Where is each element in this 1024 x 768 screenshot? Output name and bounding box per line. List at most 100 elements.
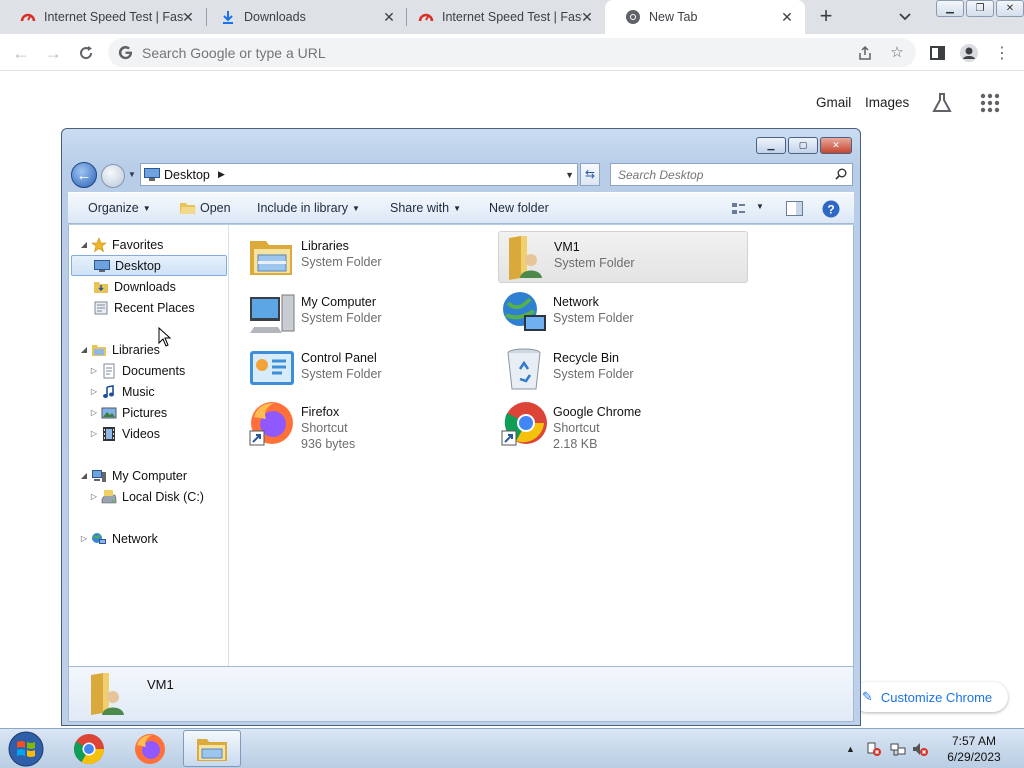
taskbar-firefox[interactable] bbox=[121, 730, 179, 767]
back-button[interactable]: ← bbox=[10, 42, 32, 64]
nav-libraries[interactable]: ◢ Libraries bbox=[79, 339, 160, 360]
nav-videos[interactable]: ▷ Videos bbox=[89, 423, 160, 444]
minimize-button[interactable]: ▁ bbox=[936, 0, 964, 17]
downloads-folder-icon bbox=[94, 281, 108, 293]
preview-pane-icon[interactable] bbox=[786, 201, 803, 216]
omnibox-input[interactable] bbox=[142, 42, 742, 63]
close-button[interactable]: ✕ bbox=[996, 0, 1024, 17]
explorer-body: ◢ Favorites Desktop Downloads Recent Pla… bbox=[68, 225, 854, 666]
bookmark-star-icon[interactable]: ☆ bbox=[889, 45, 905, 61]
close-icon[interactable]: ✕ bbox=[779, 9, 795, 25]
item-my-computer[interactable]: My Computer System Folder bbox=[246, 287, 496, 339]
apps-grid-icon[interactable] bbox=[978, 91, 1002, 115]
breadcrumb-arrow-icon[interactable]: ▶ bbox=[218, 169, 225, 180]
chrome-icon bbox=[73, 733, 104, 764]
expand-arrow-icon[interactable]: ▷ bbox=[89, 408, 99, 417]
organize-label: Organize bbox=[88, 201, 139, 215]
item-recycle-bin[interactable]: Recycle Bin System Folder bbox=[498, 343, 748, 395]
nav-desktop[interactable]: Desktop bbox=[71, 255, 227, 276]
expand-arrow-icon[interactable]: ◢ bbox=[79, 471, 89, 480]
tab-downloads[interactable]: Downloads ✕ bbox=[200, 0, 407, 34]
action-center-icon[interactable] bbox=[866, 741, 882, 757]
labs-flask-icon[interactable] bbox=[930, 91, 954, 115]
item-name: My Computer bbox=[301, 295, 377, 309]
omnibox[interactable]: ☆ bbox=[108, 38, 916, 67]
reload-button[interactable] bbox=[75, 42, 97, 64]
volume-muted-icon[interactable] bbox=[912, 741, 928, 757]
nav-music[interactable]: ▷ Music bbox=[89, 381, 155, 402]
restore-button[interactable]: ❐ bbox=[966, 0, 994, 17]
expand-arrow-icon[interactable]: ▷ bbox=[79, 534, 89, 543]
item-network[interactable]: Network System Folder bbox=[498, 287, 748, 339]
back-button[interactable]: ← bbox=[71, 162, 97, 188]
network-icon bbox=[92, 532, 106, 544]
close-icon[interactable]: ✕ bbox=[180, 9, 196, 25]
expand-arrow-icon[interactable]: ▷ bbox=[89, 366, 99, 375]
include-label: Include in library bbox=[257, 201, 349, 215]
gmail-link[interactable]: Gmail bbox=[816, 95, 851, 110]
side-panel-button[interactable] bbox=[926, 42, 948, 64]
item-firefox[interactable]: Firefox Shortcut 936 bytes bbox=[246, 397, 496, 453]
expand-arrow-icon[interactable]: ▷ bbox=[89, 492, 99, 501]
explorer-search[interactable] bbox=[610, 163, 853, 186]
customize-chrome-button[interactable]: ✎ Customize Chrome bbox=[852, 682, 1008, 712]
libraries-icon bbox=[92, 344, 106, 356]
share-icon[interactable] bbox=[857, 45, 873, 61]
chevron-down-icon[interactable]: ▼ bbox=[565, 170, 574, 180]
forward-button[interactable] bbox=[101, 164, 125, 188]
taskbar-chrome[interactable] bbox=[60, 730, 118, 767]
taskbar-explorer[interactable] bbox=[183, 730, 241, 767]
new-folder-button[interactable]: New folder bbox=[489, 201, 549, 215]
new-tab-button[interactable]: + bbox=[813, 5, 839, 29]
view-options-icon[interactable] bbox=[732, 202, 750, 216]
close-icon[interactable]: ✕ bbox=[381, 9, 397, 25]
share-with-button[interactable]: Share with ▼ bbox=[390, 201, 461, 215]
nav-local-disk[interactable]: ▷ Local Disk (C:) bbox=[89, 486, 204, 507]
search-input[interactable] bbox=[618, 167, 818, 183]
chevron-down-icon[interactable] bbox=[896, 7, 914, 25]
close-icon[interactable]: ✕ bbox=[579, 9, 595, 25]
expand-arrow-icon[interactable]: ◢ bbox=[79, 345, 89, 354]
nav-pictures[interactable]: ▷ Pictures bbox=[89, 402, 167, 423]
open-folder-icon bbox=[180, 203, 196, 214]
item-vm1[interactable]: VM1 System Folder bbox=[498, 231, 748, 283]
nav-recent-places[interactable]: Recent Places bbox=[91, 297, 195, 318]
clock[interactable]: 7:57 AM 6/29/2023 bbox=[934, 733, 1014, 765]
chevron-down-icon[interactable]: ▼ bbox=[756, 202, 764, 211]
nav-my-computer[interactable]: ◢ My Computer bbox=[79, 465, 187, 486]
desktop-icon bbox=[144, 168, 160, 181]
expand-arrow-icon[interactable]: ▷ bbox=[89, 387, 99, 396]
nav-favorites[interactable]: ◢ Favorites bbox=[79, 234, 163, 255]
show-hidden-icons-icon[interactable]: ▲ bbox=[846, 741, 862, 757]
tab-speedtest-2[interactable]: Internet Speed Test | Fast.com ✕ bbox=[398, 0, 605, 34]
include-in-library-button[interactable]: Include in library ▼ bbox=[257, 201, 360, 215]
maximize-button[interactable]: ▢ bbox=[788, 137, 818, 154]
expand-arrow-icon[interactable]: ▷ bbox=[89, 429, 99, 438]
breadcrumb[interactable]: Desktop bbox=[164, 168, 210, 182]
item-libraries[interactable]: Libraries System Folder bbox=[246, 231, 496, 283]
minimize-button[interactable]: ▁ bbox=[756, 137, 786, 154]
recycle-bin-icon bbox=[507, 348, 541, 390]
nav-documents[interactable]: ▷ Documents bbox=[89, 360, 185, 381]
windows-start-icon[interactable] bbox=[4, 730, 48, 768]
close-button[interactable]: ✕ bbox=[820, 137, 852, 154]
images-link[interactable]: Images bbox=[865, 95, 909, 110]
menu-kebab-icon[interactable]: ⋮ bbox=[991, 42, 1013, 64]
expand-arrow-icon[interactable]: ◢ bbox=[79, 240, 89, 249]
tab-speedtest-1[interactable]: Internet Speed Test | Fast.com ✕ bbox=[0, 0, 206, 34]
nav-downloads[interactable]: Downloads bbox=[91, 276, 176, 297]
tab-new-tab[interactable]: New Tab ✕ bbox=[605, 0, 805, 34]
address-bar[interactable]: Desktop ▶ ▼ bbox=[140, 163, 578, 186]
recent-pages-dropdown[interactable]: ▼ bbox=[128, 170, 136, 179]
organize-button[interactable]: Organize ▼ bbox=[88, 201, 151, 215]
profile-button[interactable] bbox=[958, 42, 980, 64]
search-icon[interactable] bbox=[835, 168, 847, 180]
forward-button[interactable]: → bbox=[42, 42, 64, 64]
item-control-panel[interactable]: Control Panel System Folder bbox=[246, 343, 496, 395]
refresh-button[interactable]: ⇆ bbox=[580, 163, 600, 186]
help-icon[interactable]: ? bbox=[822, 200, 840, 218]
network-status-icon[interactable] bbox=[890, 741, 906, 757]
item-google-chrome[interactable]: Google Chrome Shortcut 2.18 KB bbox=[498, 397, 748, 453]
open-button[interactable]: Open bbox=[200, 201, 231, 215]
nav-network[interactable]: ▷ Network bbox=[79, 528, 158, 549]
